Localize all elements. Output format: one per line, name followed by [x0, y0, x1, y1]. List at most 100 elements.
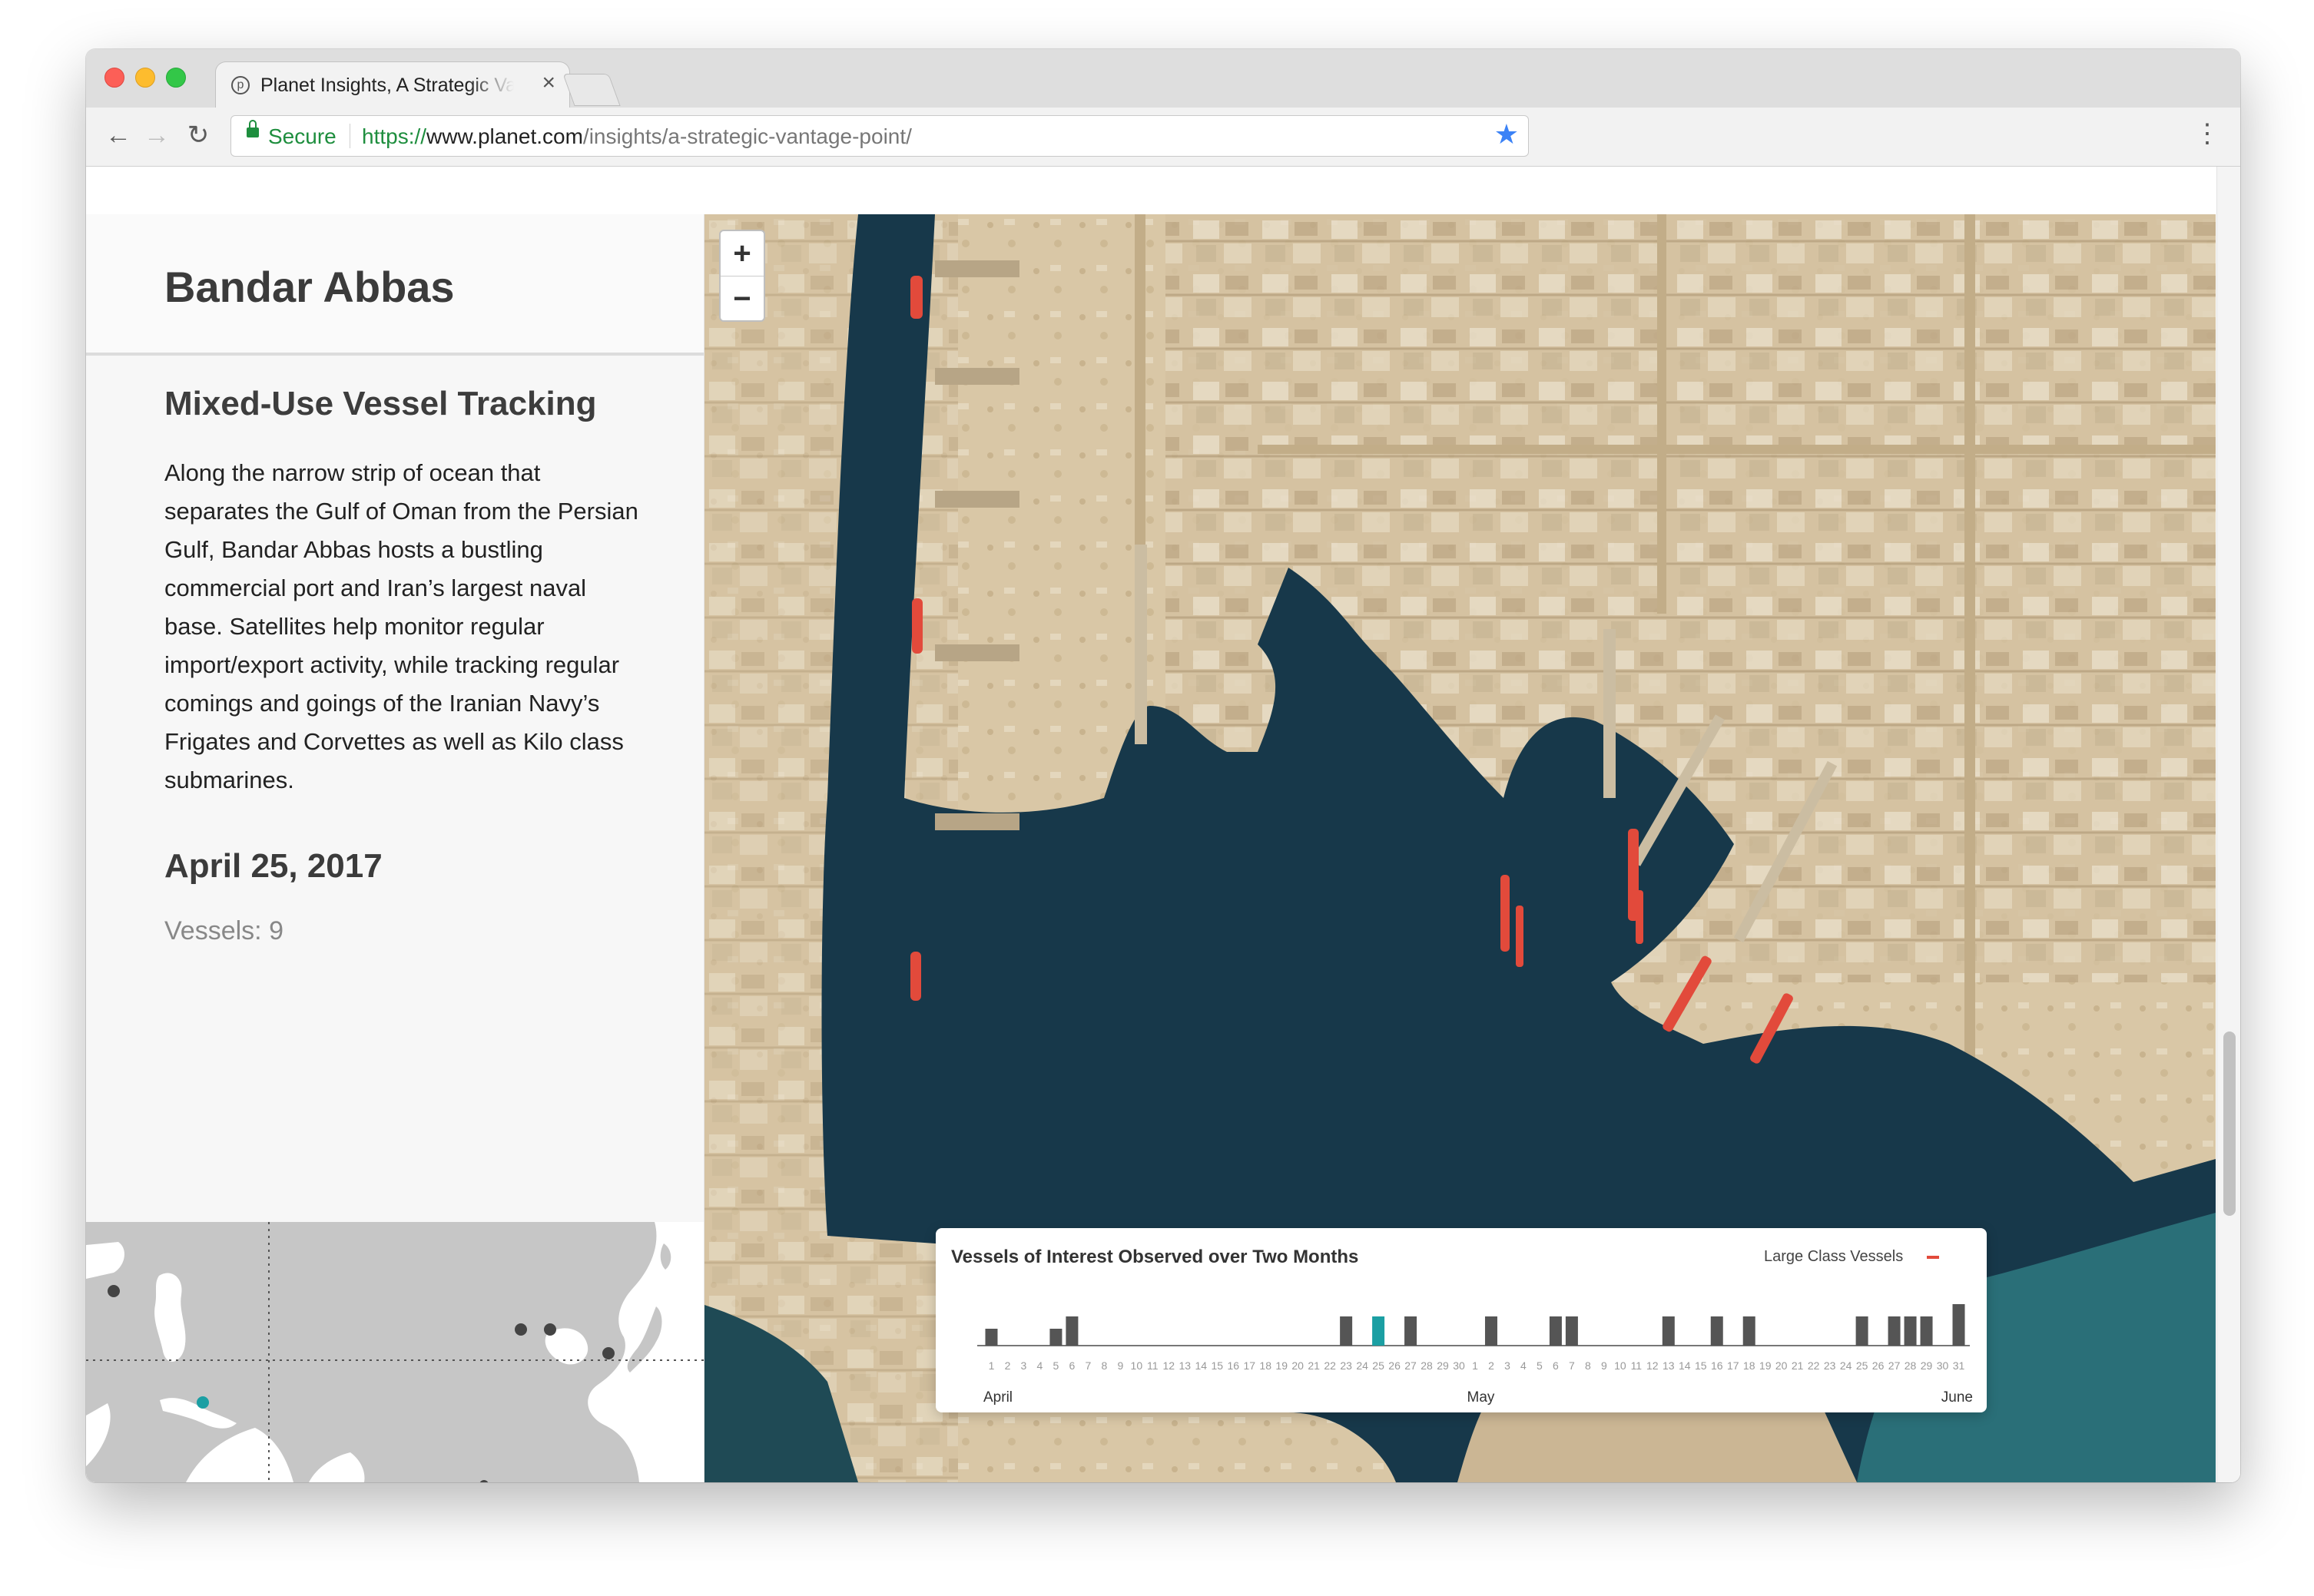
chart-bar[interactable] — [1549, 1316, 1562, 1346]
chart-tick-label: 20 — [1775, 1359, 1788, 1372]
chart-tick-label: 20 — [1291, 1359, 1304, 1372]
chart-tick-label: 23 — [1340, 1359, 1352, 1372]
chart-tick-label: 12 — [1646, 1359, 1659, 1372]
chart-bar[interactable] — [1855, 1316, 1868, 1346]
vessel-bar-chart: 1 2 3 4 5 6 7 8 9 10 11 12 13 14 15 16 17 18 19 20 21 22 23 24 2… — [977, 1304, 1973, 1406]
back-arrow-icon[interactable]: ← — [101, 118, 135, 152]
chart-tick-label: 10 — [1131, 1359, 1143, 1372]
chart-bar[interactable] — [1484, 1316, 1497, 1346]
chart-bar[interactable] — [1565, 1316, 1578, 1346]
maximize-window-button[interactable] — [166, 68, 186, 88]
tab-close-icon[interactable]: × — [542, 71, 555, 94]
pier — [935, 644, 1019, 661]
chart-tick-label: 16 — [1227, 1359, 1239, 1372]
chart-tick-label: 29 — [1921, 1359, 1933, 1372]
pier — [935, 813, 1019, 830]
chart-tick-label: 22 — [1808, 1359, 1820, 1372]
chart-tick-label: 25 — [1372, 1359, 1384, 1372]
browser-window: p Planet Insights, A Strategic Vantage P… — [86, 49, 2240, 1482]
minimize-window-button[interactable] — [135, 68, 155, 88]
chart-bar[interactable] — [1340, 1316, 1353, 1346]
forward-arrow-icon[interactable]: → — [140, 118, 174, 152]
chart-tick-label: 4 — [1520, 1359, 1527, 1372]
chart-tick-label: 11 — [1147, 1359, 1159, 1372]
bookmark-star-icon[interactable]: ★ — [1494, 121, 1519, 148]
chart-bar[interactable] — [1920, 1316, 1933, 1346]
pier — [1603, 629, 1616, 798]
chart-tick-label: 31 — [1953, 1359, 1965, 1372]
chart-tick-label: 22 — [1324, 1359, 1336, 1372]
section-title: Mixed-Use Vessel Tracking — [164, 385, 597, 422]
chart-bar[interactable] — [1710, 1316, 1723, 1346]
scrollbar-thumb[interactable] — [2223, 1031, 2236, 1216]
url-text[interactable]: https://www.planet.com/insights/a-strate… — [362, 124, 912, 149]
chart-tick-label: 26 — [1388, 1359, 1401, 1372]
chart-bar[interactable] — [1662, 1316, 1675, 1346]
chart-tick-label: 26 — [1872, 1359, 1885, 1372]
vessel-marker[interactable] — [1516, 906, 1523, 967]
close-window-button[interactable] — [104, 68, 124, 88]
chart-tick-label: 4 — [1037, 1359, 1043, 1372]
vessel-chart-panel: Vessels of Interest Observed over Two Mo… — [936, 1228, 1987, 1412]
chart-tick-label: 3 — [1504, 1359, 1510, 1372]
url-protocol: https:// — [362, 124, 427, 148]
browser-tab[interactable]: p Planet Insights, A Strategic Vantage P… — [215, 61, 570, 109]
chart-bar[interactable] — [1066, 1316, 1079, 1346]
zoom-in-button[interactable]: + — [721, 231, 764, 276]
reload-icon[interactable]: ↻ — [181, 118, 215, 152]
chart-tick-label: 10 — [1614, 1359, 1626, 1372]
tab-title: Planet Insights, A Strategic Vantage Poi… — [260, 75, 514, 96]
chart-tick-label: 13 — [1179, 1359, 1192, 1372]
chart-tick-label: 24 — [1356, 1359, 1368, 1372]
chart-month-label: May — [1467, 1389, 1495, 1406]
section-body: Along the narrow strip of ocean that sep… — [164, 459, 638, 793]
page-scrollbar[interactable] — [2216, 167, 2240, 1482]
chart-tick-label: 28 — [1905, 1359, 1917, 1372]
chart-tick-label: 30 — [1937, 1359, 1949, 1372]
chart-tick-label: 15 — [1211, 1359, 1223, 1372]
chart-bar-selected[interactable] — [1372, 1316, 1385, 1346]
site-marker[interactable] — [602, 1347, 615, 1359]
site-marker[interactable] — [108, 1285, 120, 1297]
sidebar-header: Bandar Abbas — [86, 214, 704, 356]
site-marker[interactable] — [515, 1323, 527, 1336]
site-marker[interactable] — [544, 1323, 556, 1336]
chart-bar[interactable] — [1049, 1329, 1063, 1346]
vessel-marker[interactable] — [1500, 875, 1510, 952]
vessel-marker[interactable] — [910, 952, 921, 1001]
chart-tick-label: 5 — [1053, 1359, 1059, 1372]
chart-tick-label: 28 — [1421, 1359, 1433, 1372]
vessel-marker[interactable] — [1636, 890, 1643, 944]
browser-menu-icon[interactable]: ⋮ — [2194, 117, 2220, 151]
vessel-marker[interactable] — [910, 276, 923, 319]
chart-tick-label: 7 — [1569, 1359, 1575, 1372]
minimap-svg — [86, 1222, 704, 1482]
chart-month-label: June — [1941, 1389, 1973, 1406]
chart-tick-label: 5 — [1537, 1359, 1543, 1372]
current-site-marker[interactable] — [197, 1396, 209, 1409]
chart-bar[interactable] — [985, 1329, 998, 1346]
chart-bar[interactable] — [1952, 1304, 1965, 1346]
new-tab-button[interactable] — [562, 74, 621, 106]
chart-tick-label: 1 — [989, 1359, 995, 1372]
chart-bar[interactable] — [1404, 1316, 1417, 1346]
chart-tick-label: 1 — [1472, 1359, 1478, 1372]
secure-label: Secure — [268, 124, 336, 148]
chart-bar[interactable] — [1742, 1316, 1755, 1346]
chart-tick-label: 11 — [1631, 1359, 1643, 1372]
chart-tick-label: 8 — [1585, 1359, 1591, 1372]
zoom-out-button[interactable]: − — [721, 276, 764, 321]
chart-tick-label: 19 — [1275, 1359, 1288, 1372]
address-bar[interactable]: Secure https://www.planet.com/insights/a… — [230, 115, 1529, 157]
vessel-marker[interactable] — [912, 598, 923, 654]
chart-bar[interactable] — [1904, 1316, 1917, 1346]
pier — [1135, 545, 1147, 744]
road — [1258, 445, 2216, 454]
chart-bar[interactable] — [1888, 1316, 1901, 1346]
chart-tick-label: 25 — [1856, 1359, 1868, 1372]
satellite-map[interactable]: + − Vessels of Interest Observed over Tw… — [704, 214, 2216, 1482]
chart-tick-label: 14 — [1679, 1359, 1691, 1372]
locator-minimap[interactable] — [86, 1222, 704, 1482]
chart-tick-label: 13 — [1663, 1359, 1675, 1372]
image-date: April 25, 2017 — [164, 847, 383, 885]
